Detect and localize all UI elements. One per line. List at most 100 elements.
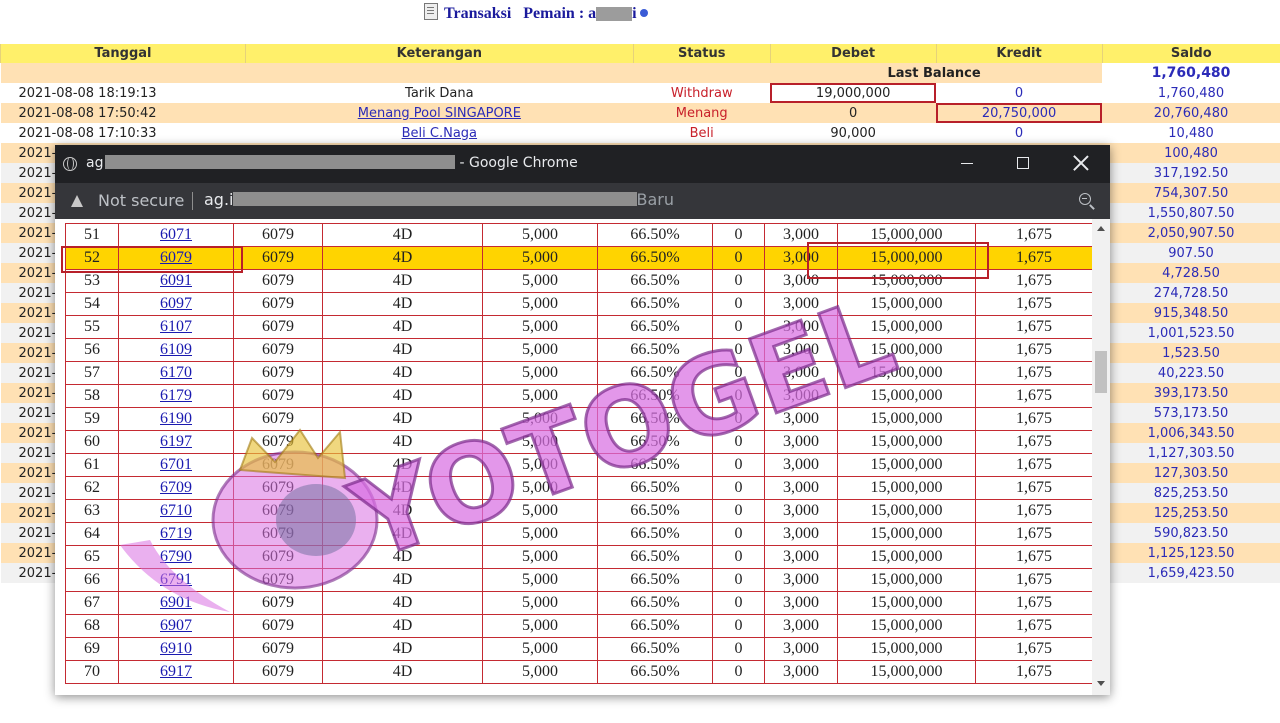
bet-pay: 3,000 bbox=[764, 384, 838, 408]
address-bar[interactable]: Not secure ag.i Baru bbox=[55, 183, 1110, 219]
url-text[interactable]: ag.i Baru bbox=[204, 190, 674, 209]
bet-kei: 0 bbox=[712, 637, 765, 661]
transaction-saldo: 825,253.50 bbox=[1102, 483, 1280, 503]
bet-number-link[interactable]: 6097 bbox=[160, 295, 192, 312]
bet-number-link[interactable]: 6179 bbox=[160, 387, 192, 404]
bet-pay: 3,000 bbox=[764, 522, 838, 546]
bet-number-cell: 6097 bbox=[118, 292, 234, 316]
column-header-status: Status bbox=[632, 44, 771, 63]
transaction-debet: 90,000 bbox=[770, 123, 937, 143]
bet-number-link[interactable]: 6109 bbox=[160, 341, 192, 358]
bet-number-link[interactable]: 6107 bbox=[160, 318, 192, 335]
redacted-url bbox=[232, 192, 637, 206]
bet-win: 15,000,000 bbox=[837, 315, 976, 339]
not-secure-label[interactable]: Not secure bbox=[98, 191, 184, 210]
redacted-window-title bbox=[105, 155, 456, 169]
transaction-saldo: 590,823.50 bbox=[1102, 523, 1280, 543]
bet-discount: 66.50% bbox=[597, 292, 713, 316]
close-icon[interactable] bbox=[1073, 155, 1089, 171]
transaction-description[interactable]: Beli C.Naga bbox=[245, 123, 634, 143]
transaction-kredit: 0 bbox=[936, 83, 1103, 103]
maximize-icon[interactable] bbox=[1017, 157, 1029, 169]
transaction-date: 2021-08-08 17:50:42 bbox=[0, 103, 246, 123]
bet-result: 6079 bbox=[233, 476, 323, 500]
transaction-debet: 19,000,000 bbox=[770, 83, 937, 103]
transaction-description-link[interactable]: Beli C.Naga bbox=[402, 126, 477, 141]
title-player-suffix: i bbox=[632, 5, 637, 22]
bet-pay: 3,000 bbox=[764, 361, 838, 385]
transactions-header: Tanggal Keterangan Status Debet Kredit Saldo bbox=[0, 44, 1280, 63]
bet-kei: 0 bbox=[712, 269, 765, 293]
bet-number-link[interactable]: 6170 bbox=[160, 364, 192, 381]
bet-total: 1,675 bbox=[975, 545, 1093, 569]
bet-number-cell: 6079 bbox=[118, 246, 234, 270]
transaction-date: 2021-08-08 17:10:33 bbox=[0, 123, 246, 143]
bet-kei: 0 bbox=[712, 430, 765, 454]
bet-discount: 66.50% bbox=[597, 522, 713, 546]
bet-row: 60 6197 6079 4D 5,000 66.50% 0 3,000 15,000,000 1… bbox=[65, 430, 1093, 454]
bet-row: 52 6079 6079 4D 5,000 66.50% 0 3,000 15,000,000 1… bbox=[65, 246, 1093, 270]
bet-amount: 5,000 bbox=[482, 568, 598, 592]
bet-number-link[interactable]: 6917 bbox=[160, 663, 192, 680]
bet-number-link[interactable]: 6907 bbox=[160, 617, 192, 634]
bet-number-cell: 6709 bbox=[118, 476, 234, 500]
bet-number-link[interactable]: 6791 bbox=[160, 571, 192, 588]
bet-discount: 66.50% bbox=[597, 361, 713, 385]
scroll-up-icon[interactable] bbox=[1097, 226, 1105, 231]
bet-pay: 3,000 bbox=[764, 591, 838, 615]
bet-number-link[interactable]: 6719 bbox=[160, 525, 192, 542]
bet-number-link[interactable]: 6710 bbox=[160, 502, 192, 519]
bet-pay: 3,000 bbox=[764, 453, 838, 477]
last-balance-spacer bbox=[0, 63, 771, 83]
bet-number-link[interactable]: 6197 bbox=[160, 433, 192, 450]
bet-number-cell: 6701 bbox=[118, 453, 234, 477]
zoom-icon[interactable] bbox=[1079, 193, 1091, 205]
bet-win: 15,000,000 bbox=[837, 269, 976, 293]
scroll-down-icon[interactable] bbox=[1097, 681, 1105, 686]
transaction-saldo: 573,173.50 bbox=[1102, 403, 1280, 423]
bet-result: 6079 bbox=[233, 246, 323, 270]
bet-amount: 5,000 bbox=[482, 453, 598, 477]
transaction-saldo: 907.50 bbox=[1102, 243, 1280, 263]
bet-number-link[interactable]: 6709 bbox=[160, 479, 192, 496]
column-header-saldo: Saldo bbox=[1101, 44, 1280, 63]
bet-row: 58 6179 6079 4D 5,000 66.50% 0 3,000 15,000,000 1… bbox=[65, 384, 1093, 408]
transaction-status: Menang bbox=[633, 103, 771, 123]
warning-icon[interactable] bbox=[71, 195, 83, 207]
bet-game: 4D bbox=[322, 522, 483, 546]
bet-result: 6079 bbox=[233, 384, 323, 408]
bet-row-index: 65 bbox=[65, 545, 119, 569]
bet-row-index: 59 bbox=[65, 407, 119, 431]
bet-discount: 66.50% bbox=[597, 545, 713, 569]
scroll-thumb[interactable] bbox=[1095, 351, 1107, 393]
bet-win: 15,000,000 bbox=[837, 476, 976, 500]
bet-number-link[interactable]: 6910 bbox=[160, 640, 192, 657]
bet-discount: 66.50% bbox=[597, 453, 713, 477]
transaction-saldo: 127,303.50 bbox=[1102, 463, 1280, 483]
bet-row-index: 58 bbox=[65, 384, 119, 408]
bet-game: 4D bbox=[322, 292, 483, 316]
bet-number-link[interactable]: 6790 bbox=[160, 548, 192, 565]
transaction-saldo: 1,523.50 bbox=[1102, 343, 1280, 363]
bet-number-link[interactable]: 6079 bbox=[160, 249, 192, 266]
minimize-icon[interactable] bbox=[961, 163, 973, 164]
bet-number-link[interactable]: 6190 bbox=[160, 410, 192, 427]
bet-number-link[interactable]: 6071 bbox=[160, 226, 192, 243]
info-icon[interactable] bbox=[639, 9, 648, 17]
bet-amount: 5,000 bbox=[482, 407, 598, 431]
bet-number-link[interactable]: 6701 bbox=[160, 456, 192, 473]
bet-number-link[interactable]: 6091 bbox=[160, 272, 192, 289]
bet-number-link[interactable]: 6901 bbox=[160, 594, 192, 611]
bet-result: 6079 bbox=[233, 545, 323, 569]
bet-kei: 0 bbox=[712, 476, 765, 500]
bet-game: 4D bbox=[322, 407, 483, 431]
transaction-description-link[interactable]: Menang Pool SINGAPORE bbox=[358, 106, 521, 121]
bet-kei: 0 bbox=[712, 384, 765, 408]
window-titlebar[interactable]: ag - Google Chrome bbox=[55, 145, 1110, 183]
chrome-popup-window[interactable]: ag - Google Chrome Not secure ag.i Baru 51… bbox=[55, 145, 1110, 695]
bet-row-index: 64 bbox=[65, 522, 119, 546]
bet-kei: 0 bbox=[712, 338, 765, 362]
bet-row: 57 6170 6079 4D 5,000 66.50% 0 3,000 15,000,000 1… bbox=[65, 361, 1093, 385]
popup-scrollbar[interactable] bbox=[1092, 219, 1110, 695]
transaction-description[interactable]: Menang Pool SINGAPORE bbox=[245, 103, 634, 123]
